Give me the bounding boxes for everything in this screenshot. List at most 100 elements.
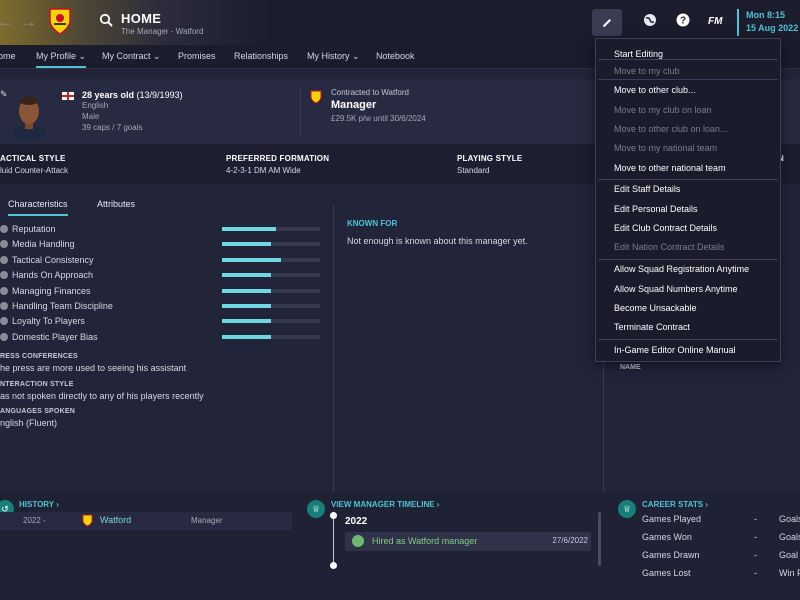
history-club[interactable]: Watford [100, 515, 131, 525]
info-icon[interactable] [0, 332, 8, 341]
profile-tabs: Characteristics Attributes [0, 195, 300, 216]
known-for-text: Not enough is known about this manager y… [347, 236, 528, 246]
age-value: 28 years old [82, 90, 135, 100]
view-timeline-link[interactable]: VIEW MANAGER TIMELINE › [331, 500, 439, 509]
characteristic-bar-fill [222, 304, 271, 308]
contract-wage: £29.5K p/w until 30/6/2024 [331, 114, 426, 123]
fm-logo[interactable]: FM [708, 16, 722, 27]
search-icon[interactable] [99, 13, 113, 27]
timeline-event-date: 27/6/2022 [552, 536, 588, 545]
tactical-style-value: luid Counter-Attack [0, 166, 69, 175]
menu-item[interactable]: Allow Squad Numbers Anytime [614, 284, 738, 294]
press-heading: RESS CONFERENCES [0, 353, 78, 360]
editor-button[interactable] [592, 9, 622, 36]
stat-value: - [754, 532, 757, 542]
characteristic-label: Managing Finances [12, 285, 91, 296]
menu-item[interactable]: Edit Club Contract Details [614, 223, 717, 233]
nav-relationships[interactable]: Relationships [234, 51, 288, 61]
menu-item[interactable]: Terminate Contract [614, 322, 690, 332]
interaction-heading: NTERACTION STYLE [0, 381, 74, 388]
stat-row: Games Won - Goals [642, 532, 800, 550]
menu-item[interactable]: Start Editing [614, 49, 663, 59]
tab-attributes[interactable]: Attributes [97, 199, 135, 209]
characteristic-row: Media Handling [0, 239, 330, 254]
info-icon[interactable] [0, 286, 8, 295]
stat-right-label: Goals [779, 514, 800, 524]
game-time: Mon 8:15 [746, 10, 786, 20]
info-icon[interactable] [0, 240, 8, 249]
watford-crest-icon [49, 8, 71, 35]
career-stats-link[interactable]: CAREER STATS › [642, 500, 708, 509]
timeline-event[interactable]: Hired as Watford manager 27/6/2022 [345, 532, 591, 551]
menu-item: Move to my national team [614, 143, 718, 153]
club-crest-icon [82, 514, 93, 527]
characteristic-row: Handling Team Discipline [0, 301, 330, 316]
characteristic-row: Loyalty To Players [0, 316, 330, 331]
known-for-heading: KNOWN FOR [347, 219, 398, 228]
menu-item[interactable]: Become Unsackable [614, 303, 697, 313]
chevron-down-icon: ⌄ [78, 51, 87, 61]
stat-row: Games Played - Goals [642, 514, 800, 532]
press-value: he press are more used to seeing his ass… [0, 363, 187, 373]
timeline-event-text: Hired as Watford manager [372, 536, 478, 546]
tab-characteristics[interactable]: Characteristics [8, 199, 68, 216]
stat-row: Games Drawn - Goal [642, 550, 800, 568]
svg-text:?: ? [680, 16, 686, 27]
table-row[interactable]: 2022 - Watford Manager [0, 512, 292, 530]
menu-separator [598, 179, 778, 180]
menu-separator [598, 79, 778, 80]
characteristic-label: Domestic Player Bias [12, 331, 98, 342]
info-icon[interactable] [0, 255, 8, 264]
characteristic-bar [222, 242, 320, 247]
timeline-scrollbar[interactable] [598, 512, 601, 566]
nav-my-contract[interactable]: My Contract ⌄ [102, 51, 161, 62]
characteristic-bar [222, 288, 320, 293]
menu-item[interactable]: In-Game Editor Online Manual [614, 345, 736, 355]
edit-pencil-icon[interactable]: ✎ [0, 89, 8, 100]
trophy-icon: ♕ [307, 500, 325, 518]
back-arrow-icon[interactable]: ← [0, 12, 14, 32]
globe-icon[interactable] [643, 13, 657, 27]
chevron-down-icon: ⌄ [153, 51, 161, 61]
nav-home[interactable]: ome [0, 51, 16, 61]
forward-arrow-icon[interactable]: → [20, 12, 37, 32]
info-icon[interactable] [0, 225, 8, 233]
info-icon[interactable] [0, 317, 8, 326]
history-link[interactable]: HISTORY › [19, 500, 59, 509]
info-icon[interactable] [0, 302, 8, 310]
characteristic-bar-fill [222, 242, 271, 247]
history-role: Manager [191, 516, 223, 525]
info-icon[interactable] [0, 271, 8, 280]
characteristic-label: Hands On Approach [12, 270, 94, 281]
nav-my-history-label: My History [307, 51, 350, 61]
characteristic-bar [222, 257, 320, 262]
menu-item: Move to my club on loan [614, 105, 712, 115]
characteristic-label: Handling Team Discipline [12, 301, 113, 311]
tactical-style-heading: ACTICAL STYLE [0, 154, 66, 163]
menu-separator [598, 59, 778, 60]
characteristic-row: Managing Finances [0, 286, 330, 301]
menu-item[interactable]: Move to other club... [614, 85, 696, 95]
help-icon[interactable]: ? [676, 13, 690, 27]
menu-item[interactable]: Allow Squad Registration Anytime [614, 264, 749, 274]
characteristic-bar [222, 273, 320, 278]
timeline-dot [330, 562, 337, 569]
menu-item[interactable]: Edit Personal Details [614, 204, 698, 214]
nav-notebook[interactable]: Notebook [376, 51, 415, 61]
formation-value: 4-2-3-1 DM AM Wide [226, 166, 301, 175]
stat-value: - [754, 568, 757, 578]
characteristic-bar [222, 227, 320, 231]
languages-value: nglish (Fluent) [0, 418, 58, 428]
pencil-icon [603, 18, 611, 27]
date-of-birth: (13/9/1993) [136, 90, 183, 100]
characteristic-label: Tactical Consistency [12, 254, 94, 265]
nav-my-history[interactable]: My History ⌄ [307, 51, 360, 62]
menu-item[interactable]: Edit Staff Details [614, 184, 680, 194]
formation-heading: PREFERRED FORMATION [226, 154, 330, 163]
stat-right-label: Win P [779, 568, 800, 578]
stat-right-label: Goals [779, 532, 800, 542]
nav-my-profile[interactable]: My Profile ⌄ [36, 51, 87, 68]
menu-item[interactable]: Move to other national team [614, 163, 726, 173]
nav-promises[interactable]: Promises [178, 51, 216, 61]
characteristic-bar [222, 334, 320, 339]
